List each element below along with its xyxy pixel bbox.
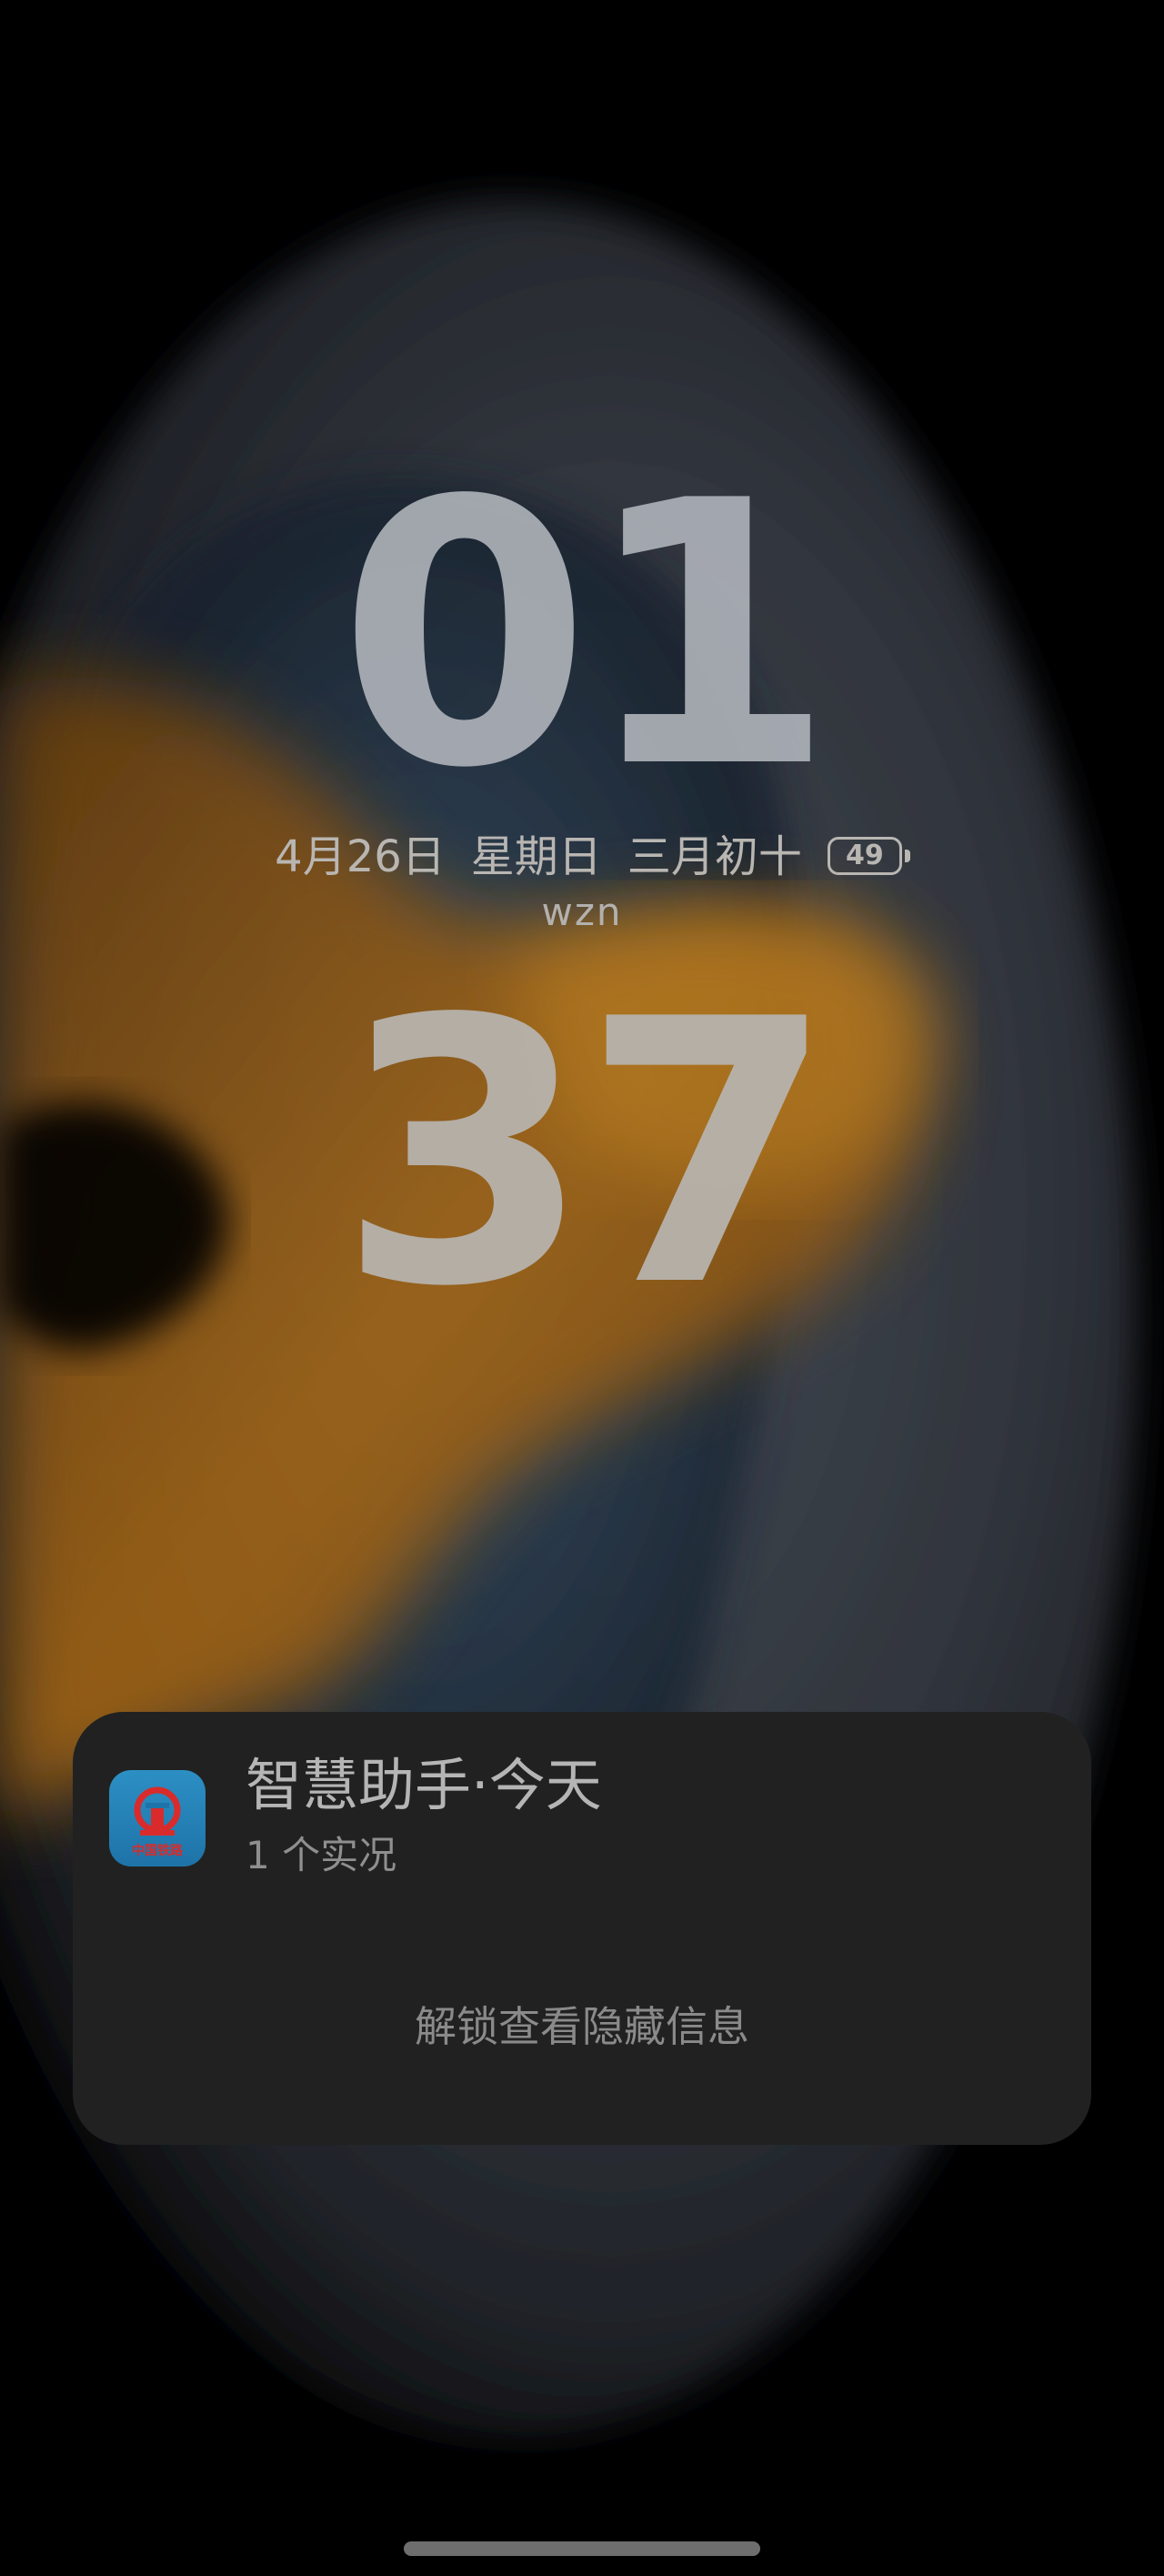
battery-icon: 49 (827, 837, 910, 875)
weekday-text: 星期日 (470, 831, 602, 882)
clock-hour: 01 (337, 425, 836, 848)
date-line: 4月26日 星期日 三月初十 49 (0, 830, 1164, 884)
notification-title: 智慧助手·今天 (246, 1752, 602, 1818)
unlock-hint: 解锁查看隐藏信息 (415, 2002, 749, 2051)
notification-card[interactable]: 中国铁路 智慧助手·今天 1 个实况 解锁查看隐藏信息 (73, 1712, 1091, 2145)
china-railway-icon: 中国铁路 (109, 1770, 206, 1867)
lock-screen: 01 4月26日 星期日 三月初十 49 wzn 37 中国铁路 智慧助手·今天 1 … (0, 0, 1164, 2576)
battery-level: 49 (845, 840, 884, 871)
lunar-date-text: 三月初十 (627, 831, 802, 882)
notification-subtitle: 1 个实况 (246, 1833, 397, 1877)
app-icon-label: 中国铁路 (132, 1844, 183, 1858)
date-text: 4月26日 (275, 831, 446, 882)
home-indicator[interactable] (404, 2541, 760, 2556)
owner-name: wzn (541, 890, 623, 934)
clock-minute: 37 (337, 943, 836, 1366)
